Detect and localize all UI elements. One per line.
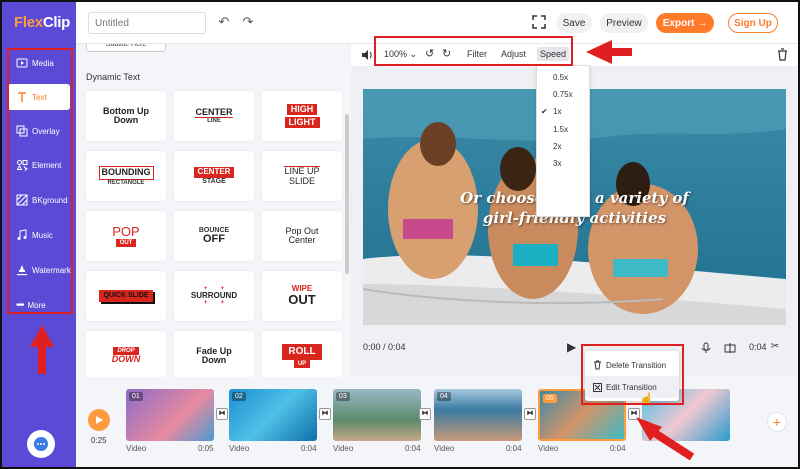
annotation-arrows	[30, 40, 695, 461]
app-frame: FlexClip Media Text Overlay Element BKgr…	[0, 0, 800, 469]
